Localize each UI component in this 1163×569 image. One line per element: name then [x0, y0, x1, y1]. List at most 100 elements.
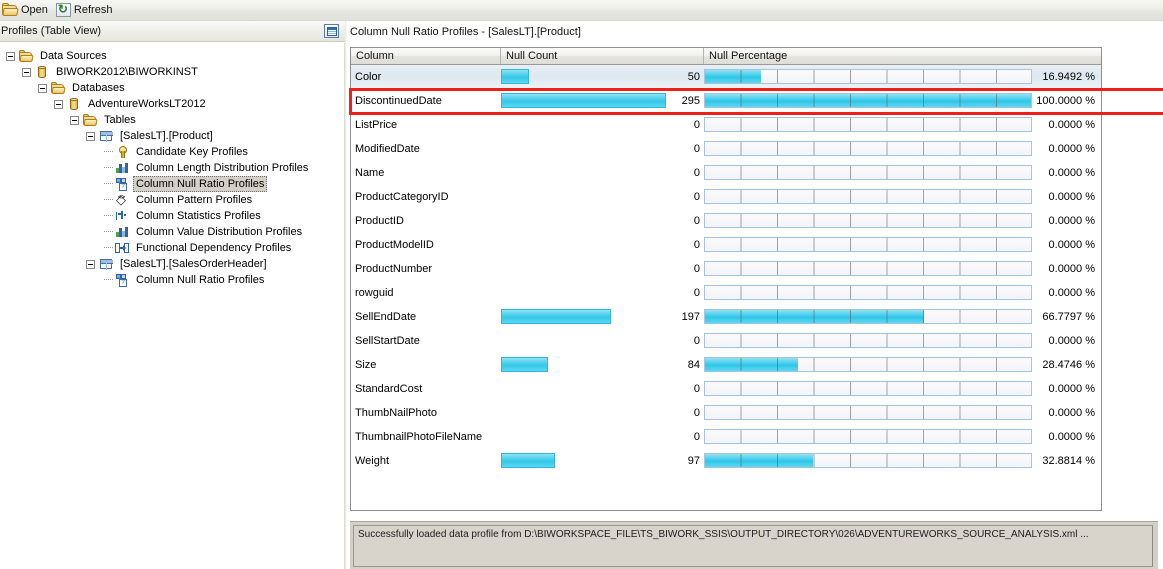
null-percentage-track [704, 381, 1032, 396]
null-percentage-track [704, 261, 1032, 276]
tree-item-column-pattern-profiles[interactable]: Column Pattern Profiles [0, 192, 344, 208]
tree-expander-icon[interactable] [86, 259, 95, 269]
folder-icon [82, 113, 98, 127]
table-row[interactable]: Weight 97 32.8814 % [351, 449, 1101, 473]
column-header-null-percentage[interactable]: Null Percentage [704, 48, 1101, 64]
folder-open-icon [2, 3, 19, 17]
table-row[interactable]: SellStartDate 0 0.0000 % [351, 329, 1101, 353]
null-percentage-ticks [705, 310, 1031, 323]
tree-item-adventureworkslt2012[interactable]: AdventureWorksLT2012 [0, 96, 344, 112]
cell-column-name: rowguid [355, 287, 394, 299]
table-row[interactable]: ModifiedDate 0 0.0000 % [351, 137, 1101, 161]
tree-item-functional-dependency-profiles[interactable]: Functional Dependency Profiles [0, 240, 344, 256]
table-row[interactable]: rowguid 0 0.0000 % [351, 281, 1101, 305]
tree-item-column-null-ratio-profiles[interactable]: ? Column Null Ratio Profiles [0, 272, 344, 288]
null-percentage-ticks [705, 262, 1031, 275]
cell-null-count: 0 [501, 329, 704, 353]
table-row[interactable]: ProductID 0 0.0000 % [351, 209, 1101, 233]
null-percentage-value: 28.4746 % [1042, 359, 1095, 371]
open-button-label: Open [21, 4, 48, 16]
cell-column-name: Color [355, 71, 382, 83]
table-row[interactable]: Color 50 16.9492 % [351, 65, 1101, 89]
table-row[interactable]: ProductCategoryID 0 0.0000 % [351, 185, 1101, 209]
tree-item-label: [SalesLT].[SalesOrderHeader] [120, 258, 267, 270]
null-percentage-value: 0.0000 % [1048, 263, 1095, 275]
tree-item-column-value-distribution-profiles[interactable]: Column Value Distribution Profiles [0, 224, 344, 240]
cell-null-percentage: 0.0000 % [704, 209, 1101, 233]
cell-null-count: 0 [501, 209, 704, 233]
cell-column-name: ProductNumber [355, 263, 433, 275]
tree-item-candidate-key-profiles[interactable]: Candidate Key Profiles [0, 144, 344, 160]
table-row[interactable]: ThumbnailPhotoFileName 0 0.0000 % [351, 425, 1101, 449]
null-percentage-ticks [705, 142, 1031, 155]
tree-item-column-length-distribution-profiles[interactable]: Column Length Distribution Profiles [0, 160, 344, 176]
null-percentage-ticks [705, 70, 1031, 83]
null-count-value: 0 [693, 143, 700, 155]
tree-connector [102, 208, 114, 224]
cell-null-count: 50 [501, 65, 704, 89]
null-percentage-ticks [705, 454, 1031, 467]
table-row[interactable]: Size 84 28.4746 % [351, 353, 1101, 377]
cell-column-name: ThumbNailPhoto [355, 407, 437, 419]
table-row[interactable]: ProductNumber 0 0.0000 % [351, 257, 1101, 281]
null-percentage-track [704, 237, 1032, 252]
cell-column-name: ProductCategoryID [355, 191, 449, 203]
tree-item-saleslt-product[interactable]: [SalesLT].[Product] [0, 128, 344, 144]
table-row[interactable]: StandardCost 0 0.0000 % [351, 377, 1101, 401]
tree-item-column-null-ratio-profiles[interactable]: ? Column Null Ratio Profiles [0, 176, 344, 192]
tree-item-column-statistics-profiles[interactable]: Column Statistics Profiles [0, 208, 344, 224]
cell-column-name: ThumbnailPhotoFileName [355, 431, 483, 443]
refresh-button-label: Refresh [73, 4, 113, 16]
cell-column-name: SellStartDate [355, 335, 420, 347]
null-count-value: 0 [693, 287, 700, 299]
column-header-column[interactable]: Column [351, 48, 501, 64]
table-row[interactable]: ThumbNailPhoto 0 0.0000 % [351, 401, 1101, 425]
cell-column-name: StandardCost [355, 383, 423, 395]
null-percentage-ticks [705, 406, 1031, 419]
tree-expander-icon[interactable] [22, 67, 31, 77]
null-count-value: 0 [693, 215, 700, 227]
tree-expander-icon[interactable] [86, 131, 95, 141]
tree-expander-icon[interactable] [6, 51, 15, 61]
null-count-value: 295 [681, 95, 700, 107]
tree-item-tables[interactable]: Tables [0, 112, 344, 128]
null-percentage-value: 0.0000 % [1048, 383, 1095, 395]
table-row[interactable]: Name 0 0.0000 % [351, 161, 1101, 185]
tree-item-databases[interactable]: Databases [0, 80, 344, 96]
tree-expander-icon[interactable] [70, 115, 79, 125]
cell-column-name: ProductModelID [355, 239, 434, 251]
tree-item-saleslt-salesorderheader[interactable]: [SalesLT].[SalesOrderHeader] [0, 256, 344, 272]
table-row[interactable]: ProductModelID 0 0.0000 % [351, 233, 1101, 257]
null-count-value: 0 [693, 335, 700, 347]
tree-expander-icon[interactable] [54, 99, 63, 109]
cell-null-percentage: 0.0000 % [704, 257, 1101, 281]
null-count-value: 0 [693, 119, 700, 131]
status-message-box[interactable]: Successfully loaded data profile from D:… [353, 525, 1153, 567]
null-percentage-value: 0.0000 % [1048, 239, 1095, 251]
cell-column-name: Name [355, 167, 385, 179]
tree-item-biwork2012-biworkinst[interactable]: BIWORK2012\BIWORKINST [0, 64, 344, 80]
null-percentage-value: 0.0000 % [1048, 167, 1095, 179]
open-button[interactable]: Open [0, 1, 54, 20]
tree-expander-icon[interactable] [38, 83, 47, 93]
tree-item-data-sources[interactable]: Data Sources [0, 48, 344, 64]
refresh-button[interactable]: Refresh [54, 1, 119, 20]
cell-null-percentage: 0.0000 % [704, 137, 1101, 161]
table-row[interactable]: DiscontinuedDate 295 100.0000 % [351, 89, 1101, 113]
table-view-icon[interactable] [324, 24, 339, 38]
table-row[interactable]: SellEndDate 197 66.7797 % [351, 305, 1101, 329]
null-percentage-track [704, 69, 1032, 84]
table-row[interactable]: ListPrice 0 0.0000 % [351, 113, 1101, 137]
profiles-tree[interactable]: Data Sources BIWORK2012\BIWORKINST Databas… [0, 43, 345, 569]
grid-body[interactable]: Color 50 16.9492 % DiscontinuedDate 295 100.0… [351, 65, 1101, 473]
null-ratio-grid[interactable]: Column Null Count Null Percentage Color 5… [350, 47, 1102, 511]
column-header-null-count[interactable]: Null Count [501, 48, 704, 64]
cell-null-percentage: 32.8814 % [704, 449, 1101, 473]
tree-connector [102, 272, 114, 288]
null-percentage-track [704, 165, 1032, 180]
null-percentage-ticks [705, 238, 1031, 251]
cell-null-count: 197 [501, 305, 704, 329]
cell-null-percentage: 0.0000 % [704, 113, 1101, 137]
null-percentage-ticks [705, 382, 1031, 395]
null-percentage-track [704, 357, 1032, 372]
